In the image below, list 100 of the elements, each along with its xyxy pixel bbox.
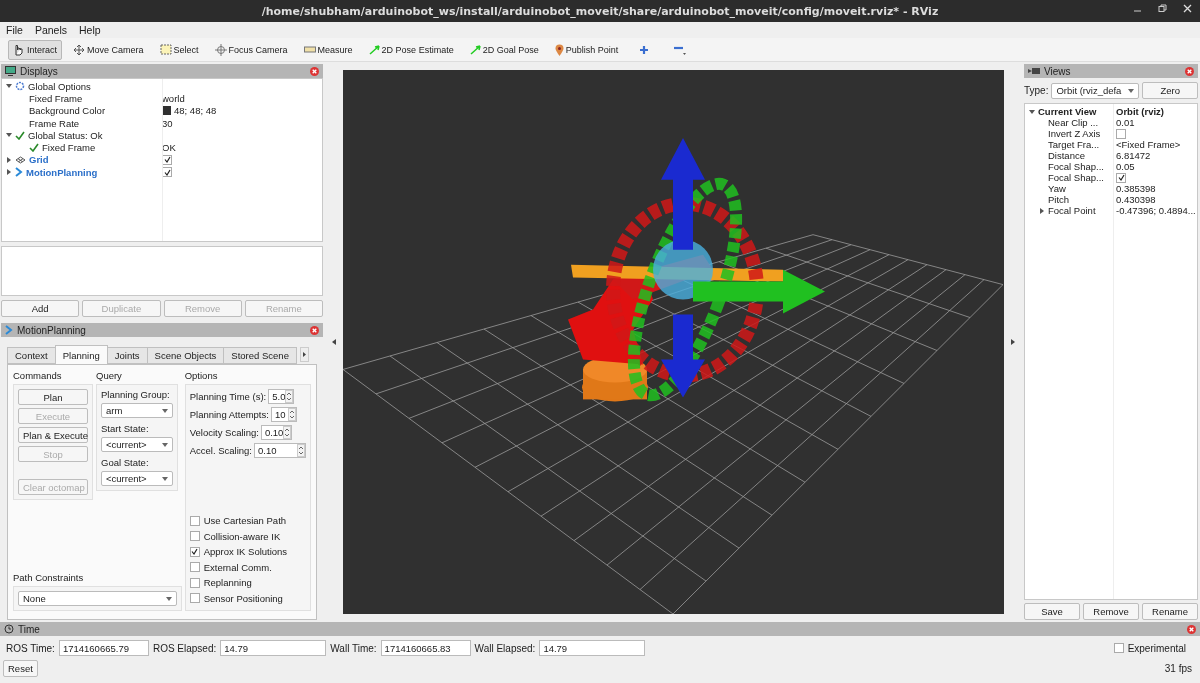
spin-arrows-icon[interactable] <box>287 408 296 421</box>
checkbox[interactable] <box>1113 643 1124 653</box>
panel-button[interactable]: Remove <box>1083 603 1139 620</box>
command-button[interactable]: Plan <box>18 389 88 405</box>
field-label: Type: <box>1024 85 1049 96</box>
tab[interactable]: Scene Objects <box>146 347 225 364</box>
expand-arrow-icon[interactable] <box>1029 108 1035 115</box>
tool-button[interactable]: Interact <box>8 39 62 60</box>
tree-label[interactable]: Pitch <box>1048 194 1070 205</box>
tool-button[interactable]: Select <box>154 39 204 60</box>
time-field[interactable]: 1714160665.79 <box>58 640 149 656</box>
close-icon[interactable] <box>1183 4 1192 13</box>
checkbox[interactable] <box>162 167 172 178</box>
panel-button[interactable]: Add <box>1 300 80 317</box>
color-swatch[interactable] <box>162 106 171 116</box>
spin-box[interactable]: 0.10 <box>254 443 306 458</box>
checkbox-label: Use Cartesian Path <box>203 515 287 527</box>
tool-button[interactable]: Measure <box>298 39 358 60</box>
tree-label[interactable]: Global Status: Ok <box>28 129 103 141</box>
restore-icon[interactable] <box>1158 4 1167 13</box>
tree-label[interactable]: MotionPlanning <box>26 166 98 178</box>
dropdown[interactable]: <current> <box>101 471 173 486</box>
menu-item[interactable]: Help <box>79 24 101 36</box>
tree-label[interactable]: Focal Point <box>1048 205 1096 216</box>
expand-arrow-icon[interactable] <box>6 132 12 139</box>
zero-button[interactable]: Zero <box>1142 82 1198 99</box>
tree-label[interactable]: Fixed Frame <box>29 92 83 104</box>
checkbox[interactable] <box>1116 128 1126 139</box>
property-value: 30 <box>162 117 173 129</box>
panel-title: Views <box>1044 65 1072 77</box>
spin-box[interactable]: 10 <box>270 407 297 422</box>
tree-label[interactable]: Target Fra... <box>1048 139 1100 150</box>
checkbox-label: Collision-aware IK <box>203 530 281 542</box>
time-field[interactable]: 1714160665.83 <box>380 640 471 656</box>
spin-box[interactable]: 0.10 <box>260 425 293 440</box>
plus-icon[interactable] <box>639 44 650 55</box>
dropdown[interactable]: Orbit (rviz_defa <box>1051 82 1140 99</box>
tool-button[interactable]: 2D Goal Pose <box>464 39 544 60</box>
tool-button[interactable]: Publish Point <box>549 39 624 60</box>
close-icon[interactable] <box>1185 66 1194 76</box>
menu-item[interactable]: Panels <box>34 24 68 36</box>
panel-button[interactable]: Save <box>1024 603 1080 620</box>
window-title: /home/shubham/arduinobot_ws/install/arduinobot_moveit/share/arduinobot_moveit/config/moveit.rviz* - RViz <box>261 4 939 18</box>
reset-button[interactable]: Reset <box>3 660 38 677</box>
scroll-right-icon[interactable] <box>299 347 309 362</box>
tree-label[interactable]: Current View <box>1038 106 1097 117</box>
spin-arrows-icon[interactable] <box>285 390 294 403</box>
panel-button[interactable]: Rename <box>1142 603 1198 620</box>
spin-arrows-icon[interactable] <box>283 426 292 439</box>
command-button[interactable]: Plan & Execute <box>18 427 88 443</box>
dropdown[interactable]: None <box>18 591 177 606</box>
tree-label[interactable]: Grid <box>29 154 49 166</box>
checkbox[interactable] <box>162 154 172 165</box>
tree-label[interactable]: Distance <box>1048 150 1085 161</box>
property-value: world <box>162 92 185 104</box>
tab[interactable]: Joints <box>106 347 148 364</box>
tree-label[interactable]: Fixed Frame <box>42 142 96 154</box>
checkbox[interactable] <box>189 562 200 573</box>
tree-label[interactable]: Frame Rate <box>29 117 80 129</box>
tree-label[interactable]: Global Options <box>28 80 91 92</box>
expand-arrow-icon[interactable] <box>6 169 12 176</box>
field-label: Goal State: <box>101 457 150 468</box>
close-icon[interactable] <box>1187 624 1196 634</box>
dropdown[interactable]: <current> <box>101 437 173 452</box>
spin-arrows-icon[interactable] <box>297 444 305 457</box>
tab[interactable]: Stored Scene <box>223 347 297 364</box>
checkbox[interactable] <box>189 546 200 557</box>
tree-label[interactable]: Focal Shap... <box>1048 161 1104 172</box>
checkbox[interactable] <box>189 515 200 526</box>
tree-label[interactable]: Invert Z Axis <box>1048 128 1101 139</box>
interactive-marker-drawing[interactable] <box>606 137 825 402</box>
dropdown[interactable]: arm <box>101 403 173 418</box>
tree-label[interactable]: Yaw <box>1048 183 1066 194</box>
tree-label[interactable]: Near Clip ... <box>1048 117 1099 128</box>
close-icon[interactable] <box>310 325 319 335</box>
field-label: Velocity Scaling: <box>189 427 259 438</box>
checkbox[interactable] <box>189 593 200 604</box>
tree-label[interactable]: Background Color <box>29 105 106 117</box>
property-value: 0.385398 <box>1116 183 1156 194</box>
tool-button[interactable]: 2D Pose Estimate <box>363 39 459 60</box>
selection-box-icon <box>159 44 172 55</box>
time-field[interactable]: 14.79 <box>220 640 327 656</box>
tab[interactable]: Context <box>7 347 56 364</box>
monitor-icon <box>5 66 16 76</box>
close-icon[interactable] <box>310 66 319 76</box>
expand-arrow-icon[interactable] <box>1011 339 1015 345</box>
checkbox[interactable] <box>189 577 200 588</box>
checkbox[interactable] <box>189 531 200 542</box>
collapse-arrow-icon[interactable] <box>332 339 336 345</box>
expand-arrow-icon[interactable] <box>6 156 12 163</box>
expand-arrow-icon[interactable] <box>6 83 12 90</box>
time-field[interactable]: 14.79 <box>539 640 646 656</box>
checkbox[interactable] <box>1116 172 1126 183</box>
tab[interactable]: Planning <box>54 345 108 364</box>
expand-arrow-icon[interactable] <box>1039 207 1045 214</box>
tool-button[interactable]: Focus Camera <box>209 39 293 60</box>
tool-button[interactable]: Move Camera <box>68 39 149 60</box>
tree-label[interactable]: Focal Shap... <box>1048 172 1104 183</box>
spin-box[interactable]: 5.0 <box>268 389 295 404</box>
menu-item[interactable]: File <box>6 24 23 36</box>
